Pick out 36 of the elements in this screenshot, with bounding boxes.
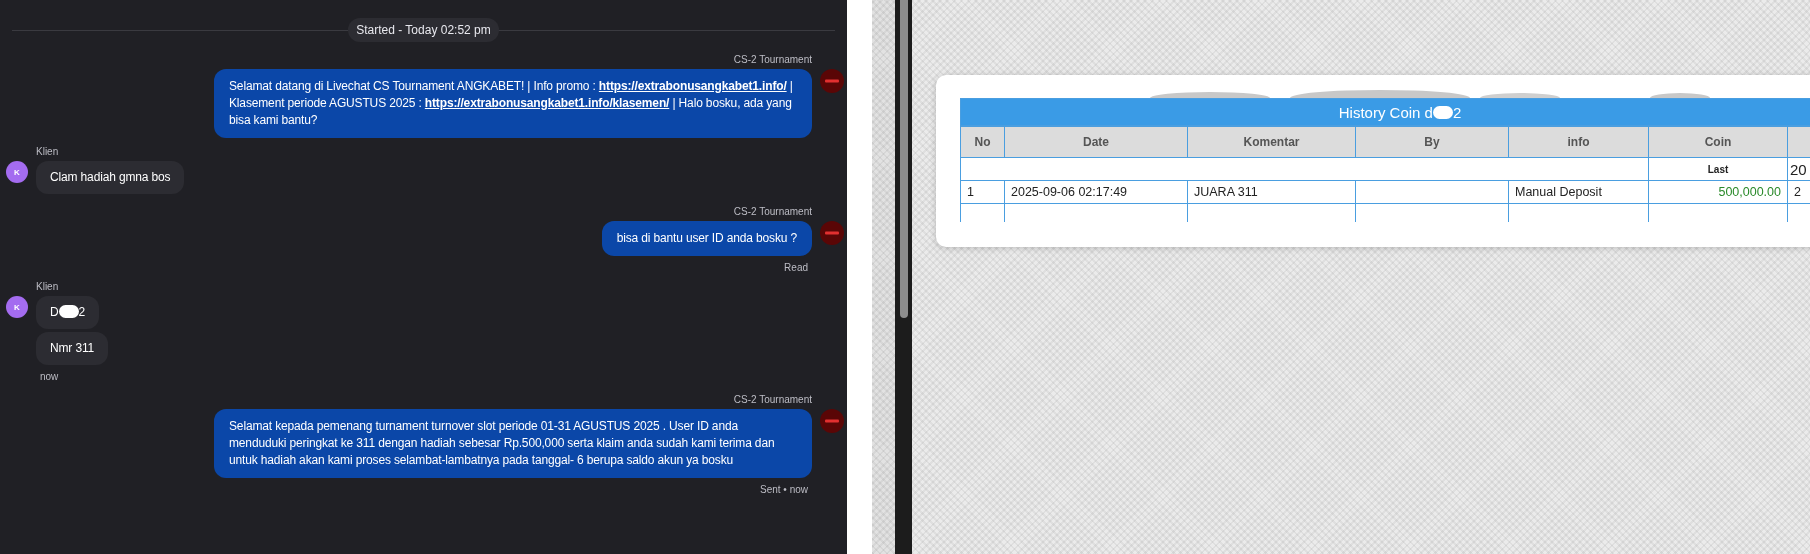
message-status: Read xyxy=(784,262,808,273)
table-cell: JUARA 311 xyxy=(1187,180,1356,204)
column-header: No xyxy=(960,126,1005,158)
column-header: Coin xyxy=(1648,126,1788,158)
message-bubble: Nmr 311 xyxy=(36,332,109,365)
client-avatar: K xyxy=(6,296,28,318)
link[interactable]: https://extrabonusangkabet1.info/ xyxy=(598,79,787,93)
sender-name: CS-2 Tournament xyxy=(733,394,812,405)
message-bubble: Selamat datang di Livechat CS Tournament ANGKABET! | Info promo : https://extrabonusangkabet1.info/ | Klasement periode AGUSTUS 2025 : https://extrabonusangkabet1.info/klasemen/ | Halo bosku, ada yang bisa kami bantu? xyxy=(214,69,812,138)
column-header: By xyxy=(1355,126,1509,158)
table-cell: Last xyxy=(1648,157,1788,181)
table-cell: 500,000.00 xyxy=(1648,180,1788,204)
sender-name: CS-2 Tournament xyxy=(733,206,812,217)
sender-name: Klien xyxy=(36,146,59,157)
message-bubble: Selamat kepada pemenang turnament turnover slot periode 01-31 AGUSTUS 2025 . User ID anda menduduki peringkat ke 311 dengan hadiah sebesar Rp.500,000 serta klaim anda sudah kami terima dan untuk hadiah akan kami proses selambat-lambatnya pada tanggal- 6 berupa saldo akun ya bosku xyxy=(214,409,812,478)
sender-name: CS-2 Tournament xyxy=(733,54,812,65)
table-cell: 2025-09-06 02:17:49 xyxy=(1004,180,1188,204)
scrollbar-thumb[interactable] xyxy=(899,0,908,318)
column-header: Komentar xyxy=(1187,126,1356,158)
message-status: now xyxy=(40,371,59,382)
column-header: info xyxy=(1508,126,1649,158)
message-bubble: Clam hadiah gmna bos xyxy=(36,161,185,194)
table-cell: 1 xyxy=(960,180,1005,204)
client-avatar: K xyxy=(6,161,28,183)
link[interactable]: https://extrabonusangkabet1.info/klasemen/ xyxy=(424,96,670,110)
message-status: Sent • now xyxy=(760,484,808,495)
table-title: History Coin d 2 xyxy=(960,98,1810,126)
agent-avatar xyxy=(820,409,844,433)
message-bubble: D 2 xyxy=(36,296,100,329)
sender-name: Klien xyxy=(36,281,59,292)
message-bubble: bisa di bantu user ID anda bosku ? xyxy=(601,221,812,256)
table-cell: Manual Deposit xyxy=(1508,180,1649,204)
agent-avatar xyxy=(820,221,844,245)
agent-avatar xyxy=(820,69,844,93)
column-header: Date xyxy=(1004,126,1188,158)
session-banner: Started - Today 02:52 pm xyxy=(348,18,499,42)
